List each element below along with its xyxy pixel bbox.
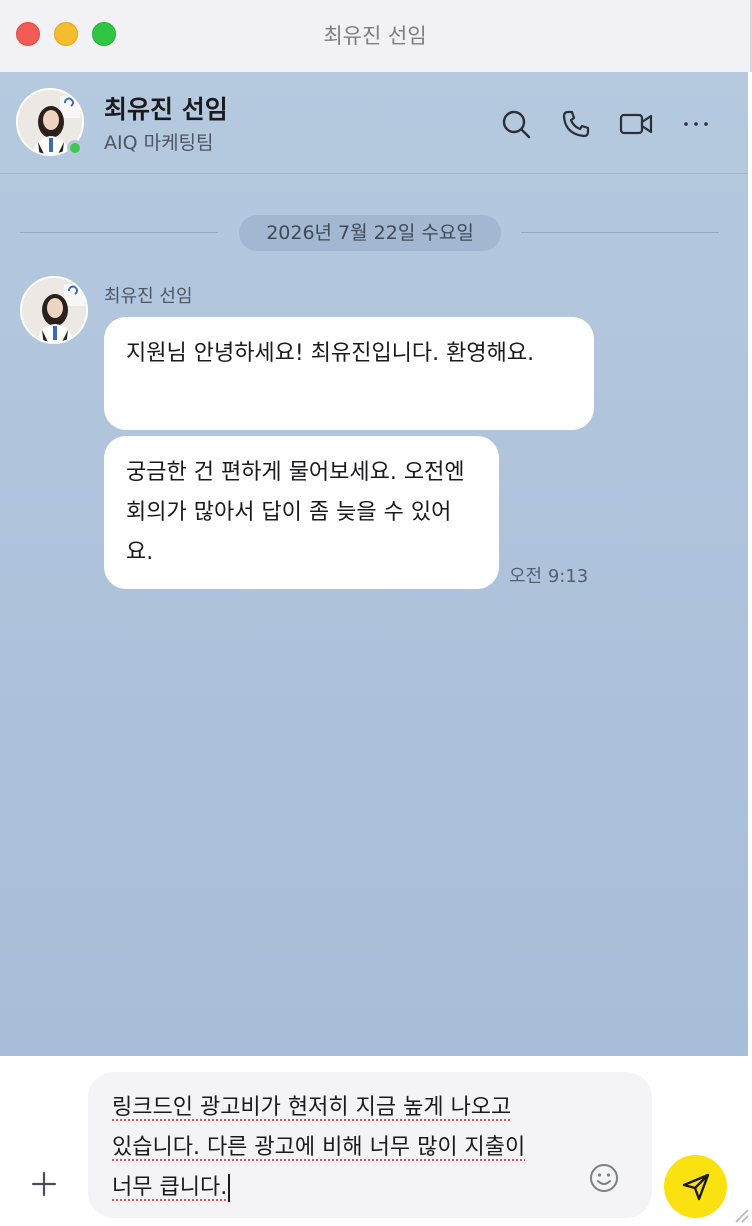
sender-avatar[interactable] [20, 276, 88, 344]
text-caret [228, 1174, 231, 1202]
input-line-text: 링크드인 광고비가 현저히 지금 높게 나오고 [112, 1095, 512, 1120]
window-title: 최유진 선임 [323, 24, 427, 48]
contact-name: 최유진 선임 [104, 95, 228, 124]
emoji-button[interactable] [588, 1162, 620, 1194]
input-line: 링크드인 광고비가 현저히 지금 높게 나오고 [112, 1088, 582, 1128]
date-divider: 2026년 7월 22일 수요일 [239, 215, 501, 251]
chat-area[interactable]: 최유진 선임 AIQ 마케팅팀 2026년 7월 22일 수요일 최유진 선임 … [0, 72, 748, 1056]
input-line: 있습니다. 다른 광고에 비해 너무 많이 지출이 [112, 1128, 582, 1168]
attach-button[interactable] [28, 1168, 60, 1200]
contact-team: AIQ 마케팅팀 [104, 132, 214, 154]
more-options-button[interactable] [676, 104, 716, 144]
search-button[interactable] [496, 104, 536, 144]
online-status-dot [67, 140, 83, 156]
chat-header: 최유진 선임 AIQ 마케팅팀 [0, 72, 748, 174]
message-input-text[interactable]: 링크드인 광고비가 현저히 지금 높게 나오고 있습니다. 다른 광고에 비해 … [112, 1088, 582, 1208]
date-divider-line [20, 232, 218, 233]
send-icon [682, 1173, 709, 1200]
message-input[interactable]: 링크드인 광고비가 현저히 지금 높게 나오고 있습니다. 다른 광고에 비해 … [88, 1072, 652, 1218]
message-timestamp: 오전 9:13 [509, 566, 589, 587]
search-icon [502, 110, 531, 139]
voice-call-button[interactable] [556, 104, 596, 144]
resize-grip-icon[interactable] [730, 1204, 750, 1224]
input-line-text: 있습니다. 다른 광고에 비해 너무 많이 지출이 [112, 1135, 526, 1160]
video-call-button[interactable] [616, 104, 656, 144]
message-bubble[interactable]: 궁금한 건 편하게 물어보세요. 오전엔 회의가 많아서 답이 좀 늦을 수 있… [104, 436, 499, 589]
input-line: 너무 큽니다. [112, 1168, 582, 1208]
message-bubble[interactable]: 지원님 안녕하세요! 최유진입니다. 환영해요. [104, 317, 594, 430]
chat-window: 최유진 선임 최유진 선임 AIQ 마케팅팀 2026년 7월 22일 수요일 … [0, 0, 752, 1226]
sender-name: 최유진 선임 [104, 286, 193, 307]
date-divider-line [521, 232, 719, 233]
more-icon [684, 122, 708, 126]
profile-photo-icon [22, 278, 86, 342]
title-bar: 최유진 선임 [0, 0, 752, 72]
emoji-icon [590, 1164, 618, 1192]
input-line-text: 너무 큽니다. [112, 1175, 228, 1200]
plus-icon [31, 1171, 57, 1197]
video-icon [619, 113, 653, 135]
phone-icon [562, 110, 590, 138]
send-button[interactable] [664, 1155, 727, 1218]
